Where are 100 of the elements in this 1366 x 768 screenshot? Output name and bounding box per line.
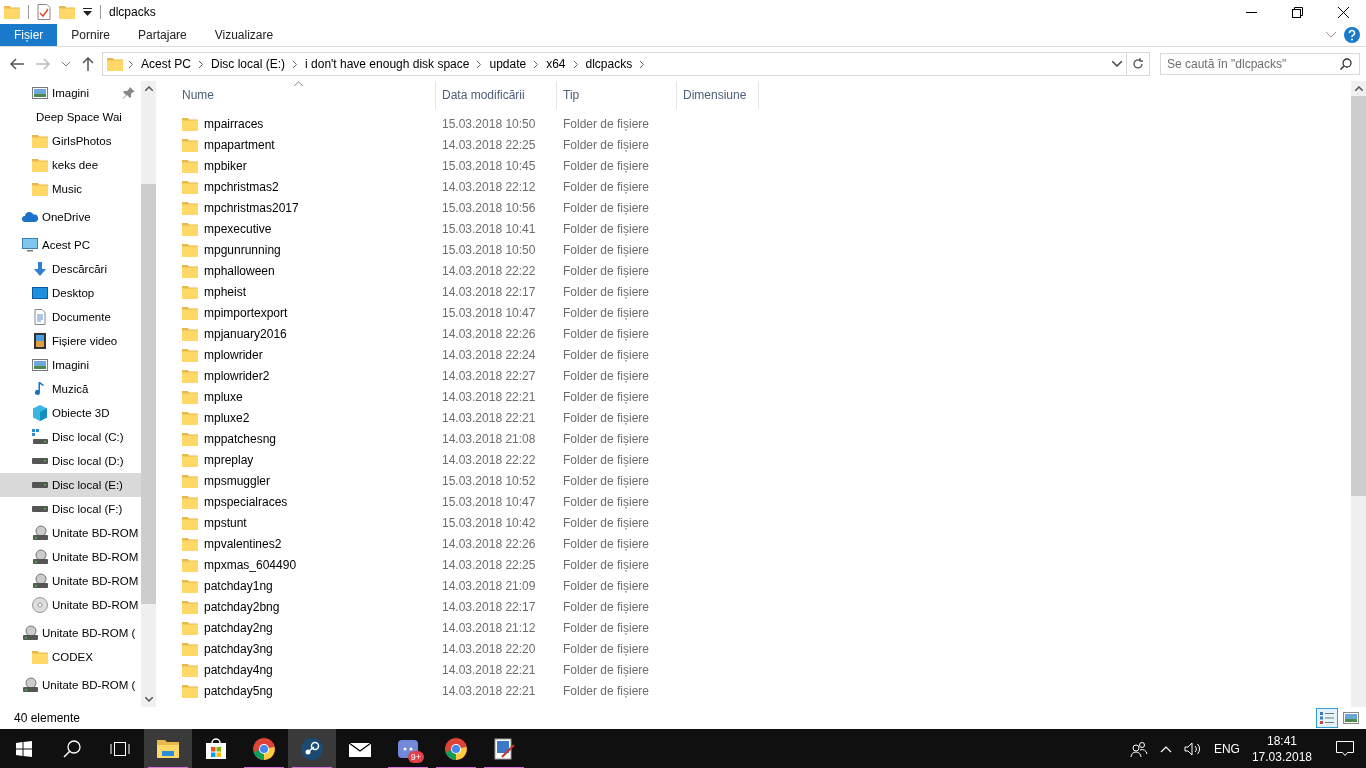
- breadcrumb[interactable]: dlcpacks: [583, 57, 635, 71]
- round-browser-icon[interactable]: [444, 737, 468, 761]
- nav-item[interactable]: Unitate BD-ROM: [0, 521, 141, 545]
- folder-icon[interactable]: [156, 737, 180, 761]
- refresh-button[interactable]: [1127, 52, 1150, 76]
- scrollbar[interactable]: [1351, 81, 1366, 707]
- file-name[interactable]: mplowrider: [204, 347, 263, 362]
- file-name[interactable]: mppatchesng: [204, 431, 277, 446]
- chevron-down-icon[interactable]: [62, 61, 70, 67]
- file-name[interactable]: mplowrider2: [204, 368, 270, 383]
- volume-icon[interactable]: [1183, 742, 1202, 756]
- pin-icon[interactable]: [123, 87, 135, 99]
- clock[interactable]: 18:41 17.03.2018: [1251, 734, 1312, 764]
- file-name[interactable]: mpimportexport: [204, 305, 288, 320]
- round-browser-icon[interactable]: [252, 737, 276, 761]
- expand-ribbon-icon[interactable]: [1326, 32, 1336, 38]
- file-name[interactable]: mpchristmas2017: [204, 200, 299, 215]
- help-icon[interactable]: [1344, 27, 1360, 43]
- file-name[interactable]: patchday1ng: [204, 578, 273, 593]
- nav-item[interactable]: Descărcări: [0, 257, 141, 281]
- scroll-up-icon[interactable]: [1354, 86, 1363, 91]
- file-name[interactable]: mpchristmas2: [204, 179, 279, 194]
- file-name[interactable]: mpheist: [204, 284, 247, 299]
- properties-icon[interactable]: [37, 4, 51, 20]
- nav-item[interactable]: Unitate BD-ROM: [0, 545, 141, 569]
- nav-item[interactable]: GirlsPhotos: [0, 129, 141, 153]
- nav-item[interactable]: OneDrive: [0, 205, 141, 229]
- file-name[interactable]: mpexecutive: [204, 221, 272, 236]
- nav-item[interactable]: Disc local (E:): [0, 473, 141, 497]
- file-name[interactable]: mpbiker: [204, 158, 247, 173]
- round-gear-icon[interactable]: [300, 737, 324, 761]
- refresh-icon[interactable]: [1132, 58, 1144, 70]
- nav-item[interactable]: Disc local (D:): [0, 449, 141, 473]
- nav-item[interactable]: Fișiere video: [0, 329, 141, 353]
- ribbon-tab[interactable]: Vizualizare: [200, 24, 288, 46]
- nav-item[interactable]: Unitate BD-ROM: [0, 593, 141, 617]
- back-arrow-icon[interactable]: [10, 58, 24, 70]
- nav-item[interactable]: CODEX: [0, 645, 141, 669]
- file-name[interactable]: mphalloween: [204, 263, 275, 278]
- file-name[interactable]: mpspecialraces: [204, 494, 288, 509]
- file-name[interactable]: patchday5ng: [204, 683, 273, 698]
- windows-logo-icon[interactable]: [16, 741, 32, 757]
- file-name[interactable]: mpluxe: [204, 389, 243, 404]
- nav-item[interactable]: Imagini: [0, 353, 141, 377]
- nav-item[interactable]: Disc local (C:): [0, 425, 141, 449]
- breadcrumb[interactable]: i don't have enough disk space: [303, 57, 472, 71]
- file-name[interactable]: mpxmas_604490: [204, 557, 297, 572]
- task-view-icon[interactable]: [110, 741, 130, 757]
- dropdown-icon[interactable]: [1112, 61, 1122, 67]
- nav-item[interactable]: Acest PC: [0, 233, 141, 257]
- scroll-up-icon[interactable]: [144, 86, 153, 91]
- up-arrow-icon[interactable]: [82, 57, 94, 71]
- nav-item[interactable]: Documente: [0, 305, 141, 329]
- file-name[interactable]: patchday2bng: [204, 599, 280, 614]
- column-header[interactable]: Dimensiune: [677, 81, 759, 109]
- chat-app-icon[interactable]: [396, 737, 420, 761]
- minimize-icon[interactable]: [1245, 11, 1257, 13]
- dropdown-arrow-icon[interactable]: [83, 8, 92, 16]
- breadcrumb[interactable]: update: [487, 57, 529, 71]
- nav-item[interactable]: Unitate BD-ROM: [0, 569, 141, 593]
- search-icon[interactable]: [63, 740, 81, 758]
- file-name[interactable]: mpluxe2: [204, 410, 250, 425]
- breadcrumb[interactable]: Acest PC: [139, 57, 193, 71]
- ribbon-tab[interactable]: Partajare: [124, 24, 201, 46]
- column-header[interactable]: Nume: [176, 81, 436, 109]
- ribbon-tab[interactable]: Pornire: [57, 24, 125, 46]
- nav-item[interactable]: Unitate BD-ROM (: [0, 673, 141, 697]
- nav-item[interactable]: Music: [0, 177, 141, 201]
- file-name[interactable]: mpvalentines2: [204, 536, 282, 551]
- nav-item[interactable]: Desktop: [0, 281, 141, 305]
- file-name[interactable]: mpgunrunning: [204, 242, 281, 257]
- file-name[interactable]: mpjanuary2016: [204, 326, 287, 341]
- file-name[interactable]: mpstunt: [204, 515, 247, 530]
- column-header[interactable]: Data modificării: [436, 81, 557, 109]
- notification-icon[interactable]: [1336, 741, 1354, 757]
- nav-item[interactable]: Muzică: [0, 377, 141, 401]
- column-header[interactable]: Tip: [557, 81, 677, 109]
- file-name[interactable]: patchday3ng: [204, 641, 273, 656]
- restore-icon[interactable]: [1291, 6, 1303, 18]
- file-name[interactable]: patchday4ng: [204, 662, 273, 677]
- scroll-down-icon[interactable]: [144, 697, 153, 702]
- file-name[interactable]: mpairraces: [204, 116, 264, 131]
- nav-item[interactable]: keks dee: [0, 153, 141, 177]
- address-bar[interactable]: Acest PC Disc local (E:) i don't have enough disk space update x64 dlcpacks: [102, 52, 1127, 76]
- breadcrumb[interactable]: Disc local (E:): [209, 57, 288, 71]
- nav-item[interactable]: Unitate BD-ROM (: [0, 621, 141, 645]
- people-icon[interactable]: [1129, 741, 1148, 757]
- chevron-up-icon[interactable]: [1159, 745, 1172, 753]
- nav-item[interactable]: Obiecte 3D: [0, 401, 141, 425]
- file-name[interactable]: mpapartment: [204, 137, 275, 152]
- language-indicator[interactable]: ENG: [1213, 742, 1240, 756]
- file-name[interactable]: mpsmuggler: [204, 473, 271, 488]
- paint-canvas-icon[interactable]: [492, 737, 516, 761]
- nav-item[interactable]: Deep Space Wai: [0, 105, 141, 129]
- breadcrumb[interactable]: x64: [544, 57, 568, 71]
- scrollbar[interactable]: [141, 81, 156, 707]
- search-field[interactable]: Se caută în "dlcpacks": [1160, 53, 1360, 75]
- nav-item[interactable]: Disc local (F:): [0, 497, 141, 521]
- file-name[interactable]: mpreplay: [204, 452, 254, 467]
- close-icon[interactable]: [1337, 6, 1349, 18]
